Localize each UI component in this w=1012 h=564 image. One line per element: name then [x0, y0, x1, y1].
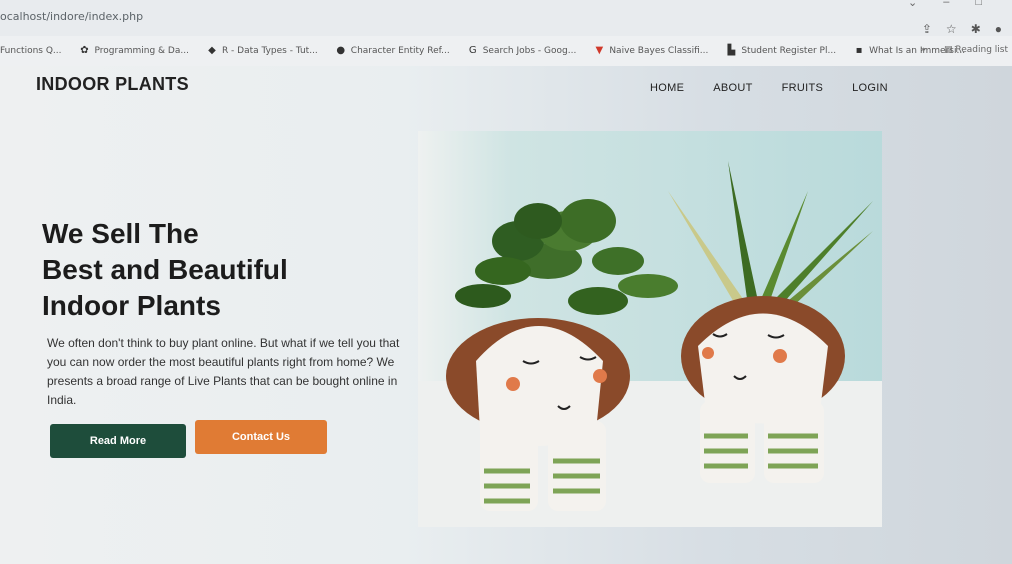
hero-image [418, 131, 882, 527]
star-icon[interactable]: ☆ [946, 22, 957, 36]
bookmark-item[interactable]: ● Character Entity Ref... [336, 45, 450, 57]
bookmark-item[interactable]: Functions Q... [0, 46, 62, 56]
plant-icon: ✿ [80, 45, 89, 56]
read-more-button[interactable]: Read More [50, 424, 186, 458]
bookmark-item[interactable]: ◆ R - Data Types - Tut... [207, 45, 318, 57]
reading-list[interactable]: ▤ Reading list [944, 45, 1008, 55]
bookmark-label: Search Jobs - Goog... [482, 46, 577, 56]
triangle-icon: ▼ [595, 45, 604, 56]
main-nav: HOME ABOUT FRUITS LOGIN [650, 82, 888, 94]
nav-about[interactable]: ABOUT [713, 82, 752, 94]
address-bar[interactable]: ocalhost/indore/index.php [0, 10, 143, 23]
bookmark-label: Programming & Da... [94, 46, 189, 56]
globe-icon: ● [336, 45, 346, 56]
bookmark-label: Functions Q... [0, 46, 62, 56]
bookmark-label: R - Data Types - Tut... [221, 46, 318, 56]
extensions-icon[interactable]: ✱ [971, 22, 981, 36]
bookmarks-overflow: » ▤ Reading list [920, 45, 1008, 55]
share-icon[interactable]: ⇪ [922, 22, 932, 36]
page-content: INDOOR PLANTS HOME ABOUT FRUITS LOGIN We… [0, 66, 1012, 564]
bookmark-item[interactable]: ▼ Naive Bayes Classifi... [594, 45, 709, 57]
nav-home[interactable]: HOME [650, 82, 684, 94]
window-controls: ⌄ – □ [908, 0, 982, 9]
overflow-icon[interactable]: » [920, 45, 926, 55]
document-icon: ▪ [855, 45, 863, 56]
bookmark-label: Student Register Pl... [741, 46, 837, 56]
nav-login[interactable]: LOGIN [852, 82, 888, 94]
person-icon: ▙ [727, 45, 736, 56]
google-icon: G [468, 45, 477, 56]
bookmark-item[interactable]: G Search Jobs - Goog... [468, 45, 577, 57]
profile-icon[interactable]: ● [995, 22, 1002, 36]
bookmark-item[interactable]: ✿ Programming & Da... [80, 45, 189, 57]
hero-title-line: Best and Beautiful [42, 254, 288, 285]
bookmarks-bar: Functions Q... ✿ Programming & Da... ◆ R… [0, 36, 1012, 66]
hero-title-line: Indoor Plants [42, 290, 221, 321]
minimize-icon[interactable]: – [943, 0, 949, 9]
collapse-icon[interactable]: ⌄ [908, 0, 917, 9]
hero-description: We often don't think to buy plant online… [47, 336, 400, 407]
hero-title: We Sell The Best and Beautiful Indoor Pl… [42, 216, 372, 324]
tag-icon: ◆ [208, 45, 216, 56]
bookmark-item[interactable]: ▙ Student Register Pl... [726, 45, 837, 57]
toolbar-icons: ⇪ ☆ ✱ ● [922, 22, 1002, 36]
bookmark-label: Character Entity Ref... [350, 46, 450, 56]
browser-toolbar: ocalhost/indore/index.php ⌄ – □ ⇪ ☆ ✱ ● [0, 0, 1012, 36]
contact-us-button[interactable]: Contact Us [195, 420, 327, 454]
site-brand[interactable]: INDOOR PLANTS [36, 74, 189, 95]
bookmark-label: Naive Bayes Classifi... [609, 46, 709, 56]
hero-title-line: We Sell The [42, 218, 199, 249]
maximize-icon[interactable]: □ [975, 0, 982, 9]
nav-fruits[interactable]: FRUITS [782, 82, 824, 94]
